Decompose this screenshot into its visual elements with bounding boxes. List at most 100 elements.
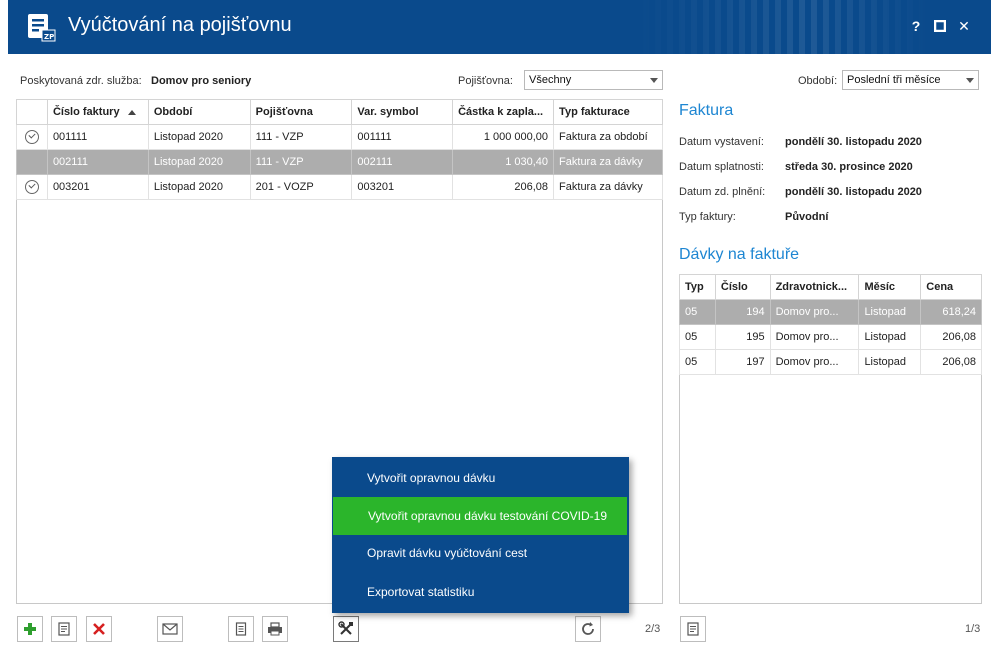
sort-ascending-icon (127, 109, 136, 115)
batch-month-cell: Listopad (858, 349, 922, 375)
table-row[interactable]: 001111 Listopad 2020 111 - VZP 001111 1 … (16, 124, 663, 150)
column-header-number[interactable]: Číslo (714, 274, 771, 300)
table-row[interactable]: 003201 Listopad 2020 201 - VOZP 003201 2… (16, 174, 663, 200)
close-button[interactable]: ✕ (954, 16, 974, 36)
column-header-price[interactable]: Cena (920, 274, 982, 300)
supply-date-label: Datum zd. plnění: (679, 186, 766, 198)
menu-item-create-corrective-batch[interactable]: Vytvořit opravnou dávku (332, 459, 629, 497)
var-symbol-cell: 002111 (351, 149, 454, 175)
issued-label: Datum vystavení: (679, 136, 764, 148)
status-cell (16, 149, 48, 175)
edit-document-icon (687, 622, 699, 636)
column-header-type[interactable]: Typ (679, 274, 716, 300)
envelope-icon (162, 623, 178, 635)
print-button[interactable] (262, 616, 288, 642)
batches-pager: 1/3 (965, 623, 981, 635)
period-cell: Listopad 2020 (147, 124, 251, 150)
titlebar-pattern (631, 0, 931, 54)
menu-item-export-statistics[interactable]: Exportovat statistiku (332, 573, 629, 611)
check-circle-icon (24, 180, 39, 194)
invoice-pager: 2/3 (645, 623, 661, 635)
document-icon (235, 622, 247, 636)
app-logo-icon: ZP (28, 14, 56, 42)
invoice-heading: Faktura (679, 102, 734, 119)
invoice-table: Číslo faktury Období Pojišťovna Var. sym… (16, 99, 663, 200)
table-row-selected[interactable]: 002111 Listopad 2020 111 - VZP 002111 1 … (16, 149, 663, 175)
batch-number-cell: 194 (714, 299, 771, 325)
report-button[interactable] (228, 616, 254, 642)
column-header-var-symbol[interactable]: Var. symbol (351, 99, 454, 125)
supply-date-value: pondělí 30. listopadu 2020 (785, 186, 922, 198)
due-value: středa 30. prosince 2020 (785, 161, 913, 173)
batch-price-cell: 206,08 (920, 349, 982, 375)
batch-type-cell: 05 (679, 324, 716, 350)
column-header-billing-type[interactable]: Typ fakturace (553, 99, 663, 125)
batch-edit-button[interactable] (680, 616, 706, 642)
svg-text:ZP: ZP (44, 33, 54, 41)
column-header-insurer[interactable]: Pojišťovna (249, 99, 353, 125)
insurer-cell: 111 - VZP (249, 149, 353, 175)
column-header-invoice-number[interactable]: Číslo faktury (46, 99, 149, 125)
batch-price-cell: 618,24 (920, 299, 982, 325)
batches-table: Typ Číslo Zdravotnick... Měsíc Cena 05 1… (679, 274, 982, 375)
refresh-icon (582, 622, 594, 635)
period-cell: Listopad 2020 (147, 149, 251, 175)
batch-price-cell: 206,08 (920, 324, 982, 350)
edit-document-icon (58, 622, 70, 636)
column-header-amount[interactable]: Částka k zapla... (452, 99, 555, 125)
batches-header-row: Typ Číslo Zdravotnick... Měsíc Cena (679, 274, 982, 300)
chevron-down-icon (966, 78, 974, 83)
service-value: Domov pro seniory (151, 75, 252, 87)
tools-context-menu: Vytvořit opravnou dávku Vytvořit opravno… (332, 457, 629, 613)
billing-type-cell: Faktura za dávky (553, 174, 663, 200)
period-select[interactable]: Poslední tři měsíce (842, 70, 979, 90)
insurer-select[interactable]: Všechny (524, 70, 663, 90)
delete-x-icon (93, 623, 105, 635)
refresh-button[interactable] (575, 616, 601, 642)
batch-number-cell: 197 (714, 349, 771, 375)
tools-icon (338, 621, 353, 635)
batch-month-cell: Listopad (858, 299, 922, 325)
menu-item-create-covid-corrective-batch[interactable]: Vytvořit opravnou dávku testování COVID-… (333, 497, 627, 535)
batch-number-cell: 195 (714, 324, 771, 350)
batch-type-cell: 05 (679, 299, 716, 325)
period-label: Období: (798, 75, 838, 87)
help-button[interactable]: ? (906, 16, 926, 36)
period-select-value: Poslední tři měsíce (847, 74, 941, 86)
table-row-selected[interactable]: 05 194 Domov pro... Listopad 618,24 (679, 299, 982, 325)
status-cell (16, 124, 48, 150)
plus-icon (24, 623, 36, 635)
batch-month-cell: Listopad (858, 324, 922, 350)
maximize-button[interactable] (930, 16, 950, 36)
menu-item-fix-travel-batch[interactable]: Opravit dávku vyúčtování cest (332, 534, 629, 572)
period-cell: Listopad 2020 (147, 174, 251, 200)
send-email-button[interactable] (157, 616, 183, 642)
chevron-down-icon (650, 78, 658, 83)
column-header-period[interactable]: Období (147, 99, 251, 125)
maximize-icon (933, 19, 947, 33)
printer-icon (268, 622, 282, 636)
window-title: Vyúčtování na pojišťovnu (68, 14, 292, 36)
amount-cell: 1 000 000,00 (452, 124, 555, 150)
insurer-cell: 111 - VZP (249, 124, 353, 150)
column-header-month[interactable]: Měsíc (858, 274, 922, 300)
due-label: Datum splatnosti: (679, 161, 764, 173)
invoice-type-label: Typ faktury: (679, 211, 736, 223)
insurer-cell: 201 - VOZP (249, 174, 353, 200)
delete-button[interactable] (86, 616, 112, 642)
tools-button[interactable] (333, 616, 359, 642)
table-row[interactable]: 05 197 Domov pro... Listopad 206,08 (679, 349, 982, 375)
column-header-facility[interactable]: Zdravotnick... (769, 274, 860, 300)
table-row[interactable]: 05 195 Domov pro... Listopad 206,08 (679, 324, 982, 350)
insurer-select-value: Všechny (529, 74, 572, 86)
batches-grid[interactable]: Typ Číslo Zdravotnick... Měsíc Cena 05 1… (679, 274, 982, 604)
billing-type-cell: Faktura za období (553, 124, 663, 150)
status-cell (16, 174, 48, 200)
add-button[interactable] (17, 616, 43, 642)
title-bar: ZP Vyúčtování na pojišťovnu ? ✕ (8, 0, 991, 54)
invoice-number-cell: 003201 (46, 174, 149, 200)
check-column-header (16, 99, 48, 125)
batch-type-cell: 05 (679, 349, 716, 375)
batch-facility-cell: Domov pro... (769, 324, 860, 350)
edit-button[interactable] (51, 616, 77, 642)
